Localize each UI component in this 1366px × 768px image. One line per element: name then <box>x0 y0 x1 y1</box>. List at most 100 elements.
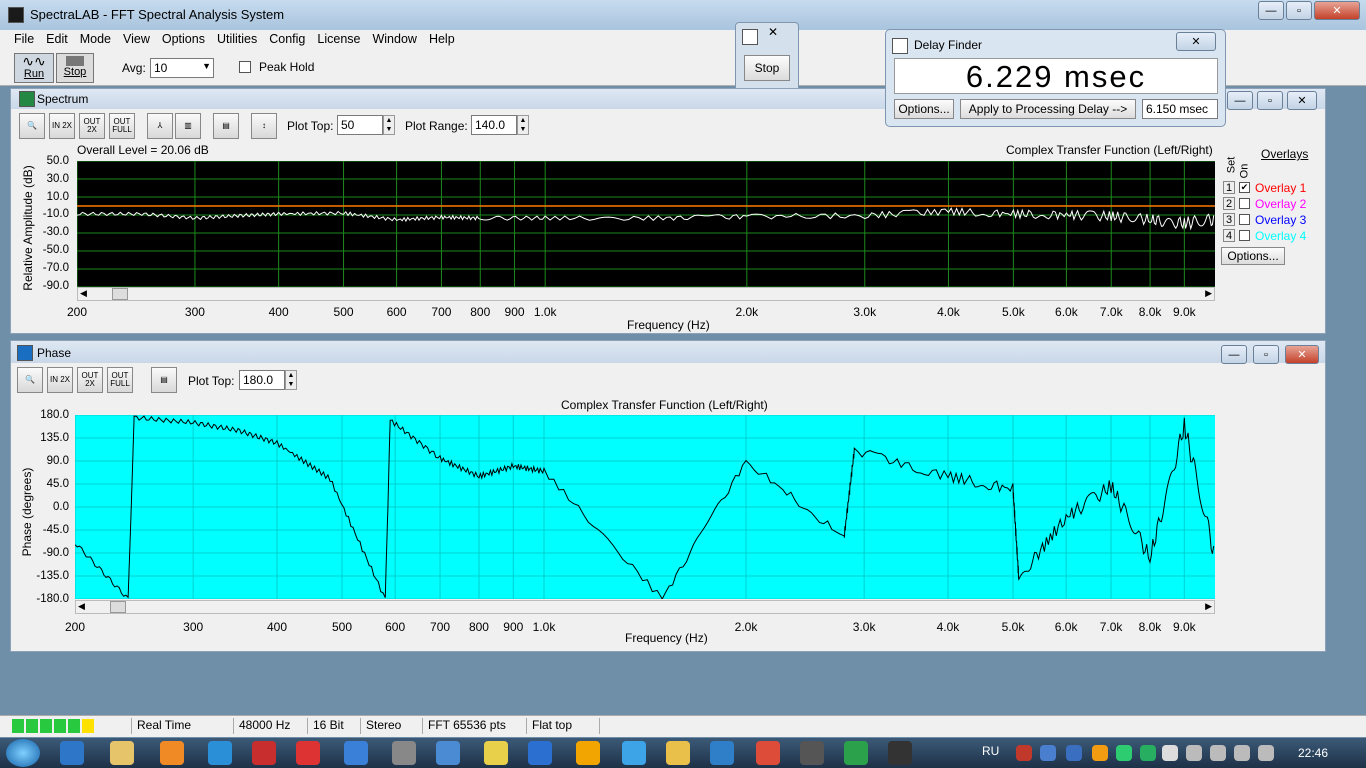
menu-mode[interactable]: Mode <box>74 30 117 50</box>
taskbar-app-icon[interactable] <box>344 741 368 765</box>
taskbar-app-icon[interactable] <box>60 741 84 765</box>
start-button[interactable] <box>6 739 40 767</box>
taskbar-app-icon[interactable] <box>1016 745 1032 761</box>
menu-view[interactable]: View <box>117 30 156 50</box>
taskbar-app-icon[interactable] <box>110 741 134 765</box>
scroll-right-icon[interactable]: ▶ <box>1205 601 1212 612</box>
taskbar-app-icon[interactable] <box>844 741 868 765</box>
taskbar-app-icon[interactable] <box>756 741 780 765</box>
properties-icon[interactable]: ▤ <box>213 113 239 139</box>
taskbar-app-icon[interactable] <box>1092 745 1108 761</box>
minimize-button[interactable]: — <box>1258 1 1284 20</box>
menu-file[interactable]: File <box>8 30 40 50</box>
bar-plot-icon[interactable]: ▥ <box>175 113 201 139</box>
menu-license[interactable]: License <box>311 30 366 50</box>
menu-utilities[interactable]: Utilities <box>211 30 263 50</box>
taskbar-app-icon[interactable] <box>208 741 232 765</box>
menu-edit[interactable]: Edit <box>40 30 74 50</box>
zoom-out-2x-button[interactable]: OUT 2X <box>77 367 103 393</box>
phase-scrollbar[interactable]: ◀ ▶ <box>75 600 1215 614</box>
phase-close-button[interactable]: ✕ <box>1285 345 1319 364</box>
scroll-thumb[interactable] <box>112 288 128 300</box>
scroll-right-icon[interactable]: ▶ <box>1205 288 1212 299</box>
close-button[interactable]: ✕ <box>1314 1 1360 20</box>
delay-options-button[interactable]: Options... <box>894 99 954 119</box>
zoom-out-2x-button[interactable]: OUT 2X <box>79 113 105 139</box>
overlay-options-button[interactable]: Options... <box>1221 247 1285 265</box>
taskbar-app-icon[interactable] <box>436 741 460 765</box>
menu-help[interactable]: Help <box>423 30 461 50</box>
taskbar-app-icon[interactable] <box>1066 745 1082 761</box>
taskbar-app-icon[interactable] <box>1116 745 1132 761</box>
zoom-out-full-button[interactable]: OUT FULL <box>109 113 135 139</box>
overlay-checkbox[interactable] <box>1239 214 1250 225</box>
taskbar-app-icon[interactable] <box>1040 745 1056 761</box>
peak-hold-checkbox[interactable] <box>239 61 251 73</box>
dialog-stop-button[interactable]: Stop <box>744 55 790 81</box>
spectrum-maximize-button[interactable]: ▫ <box>1257 91 1283 110</box>
overlay-checkbox[interactable]: ✔ <box>1239 182 1250 193</box>
taskbar-app-icon[interactable] <box>666 741 690 765</box>
zoom-out-full-button[interactable]: OUT FULL <box>107 367 133 393</box>
taskbar-app-icon[interactable] <box>622 741 646 765</box>
menu-window[interactable]: Window <box>366 30 422 50</box>
overlay-set-button[interactable]: 3 <box>1223 213 1235 226</box>
maximize-button[interactable]: ▫ <box>1286 1 1312 20</box>
plot-range-input[interactable]: 140.0 <box>471 115 517 135</box>
phase-maximize-button[interactable]: ▫ <box>1253 345 1279 364</box>
phase-plot[interactable] <box>75 415 1215 599</box>
spectrum-close-button[interactable]: ✕ <box>1287 91 1317 110</box>
dialog-close-icon[interactable]: ✕ <box>768 25 778 39</box>
taskbar-app-icon[interactable] <box>252 741 276 765</box>
spectrum-plot[interactable] <box>77 161 1215 287</box>
taskbar-app-icon[interactable] <box>392 741 416 765</box>
properties-icon[interactable]: ▤ <box>151 367 177 393</box>
taskbar-app-icon[interactable] <box>528 741 552 765</box>
autoscale-icon[interactable]: ↕ <box>251 113 277 139</box>
clock[interactable]: 22:46 <box>1298 746 1328 760</box>
overlay-set-button[interactable]: 1 <box>1223 181 1235 194</box>
taskbar-app-icon[interactable] <box>296 741 320 765</box>
scroll-left-icon[interactable]: ◀ <box>78 601 85 612</box>
plot-range-spinner[interactable]: ▲ ▼ <box>517 115 529 135</box>
magnifier-icon[interactable]: 🔍 <box>17 367 43 393</box>
phase-plot-top-spinner[interactable]: ▲ ▼ <box>285 370 297 390</box>
processing-delay-field[interactable]: 6.150 msec <box>1142 99 1218 119</box>
taskbar-app-icon[interactable] <box>1234 745 1250 761</box>
taskbar-app-icon[interactable] <box>888 741 912 765</box>
menu-config[interactable]: Config <box>263 30 311 50</box>
taskbar-app-icon[interactable] <box>576 741 600 765</box>
overlay-checkbox[interactable] <box>1239 198 1250 209</box>
line-plot-icon[interactable]: ⅄ <box>147 113 173 139</box>
run-button[interactable]: ∿∿ Run <box>14 53 54 83</box>
taskbar-app-icon[interactable] <box>1258 745 1274 761</box>
delay-finder-close-button[interactable]: ✕ <box>1176 32 1216 51</box>
phase-plot-top-input[interactable]: 180.0 <box>239 370 285 390</box>
taskbar-app-icon[interactable] <box>1140 745 1156 761</box>
taskbar-app-icon[interactable] <box>1162 745 1178 761</box>
overlay-set-button[interactable]: 2 <box>1223 197 1235 210</box>
scroll-thumb[interactable] <box>110 601 126 613</box>
taskbar-app-icon[interactable] <box>1186 745 1202 761</box>
taskbar-app-icon[interactable] <box>1210 745 1226 761</box>
taskbar-app-icon[interactable] <box>160 741 184 765</box>
overlay-checkbox[interactable] <box>1239 230 1250 241</box>
plot-top-spinner[interactable]: ▲ ▼ <box>383 115 395 135</box>
taskbar-app-icon[interactable] <box>710 741 734 765</box>
magnifier-icon[interactable]: 🔍 <box>19 113 45 139</box>
taskbar-app-icon[interactable] <box>800 741 824 765</box>
plot-top-input[interactable]: 50 <box>337 115 383 135</box>
zoom-in-2x-button[interactable]: IN 2X <box>49 113 75 139</box>
phase-minimize-button[interactable]: — <box>1221 345 1247 364</box>
overlay-set-button[interactable]: 4 <box>1223 229 1235 242</box>
menu-options[interactable]: Options <box>156 30 211 50</box>
apply-delay-button[interactable]: Apply to Processing Delay --> <box>960 99 1136 119</box>
taskbar-app-icon[interactable] <box>484 741 508 765</box>
zoom-in-2x-button[interactable]: IN 2X <box>47 367 73 393</box>
stop-button[interactable]: Stop <box>56 53 94 83</box>
scroll-left-icon[interactable]: ◀ <box>80 288 87 299</box>
avg-select[interactable]: 10 ▼ <box>150 58 214 78</box>
spectrum-minimize-button[interactable]: — <box>1227 91 1253 110</box>
spectrum-scrollbar[interactable]: ◀ ▶ <box>77 287 1215 301</box>
language-indicator[interactable]: RU <box>982 744 999 758</box>
